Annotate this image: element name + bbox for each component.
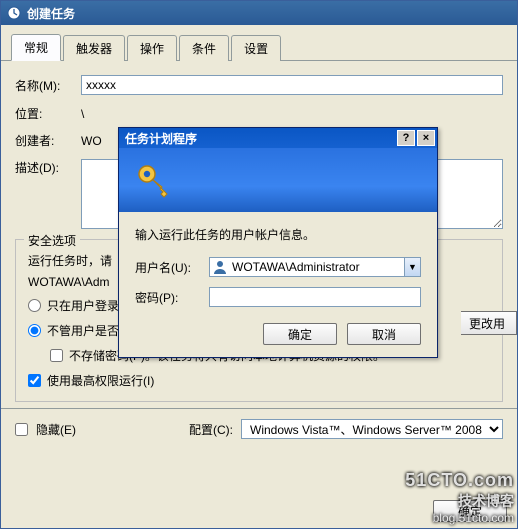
radio-only-logged-on[interactable] (28, 299, 41, 312)
name-input[interactable] (81, 75, 503, 95)
configure-select[interactable]: Windows Vista™、Windows Server™ 2008 (241, 419, 503, 439)
hidden-label: 隐藏(E) (36, 421, 76, 438)
tab-settings[interactable]: 设置 (231, 35, 281, 61)
keys-icon (133, 160, 173, 200)
main-ok-button[interactable]: 确定 (433, 500, 507, 522)
password-input[interactable] (209, 287, 421, 307)
bottom-bar: 隐藏(E) 配置(C): Windows Vista™、Windows Serv… (1, 408, 517, 449)
radio-whether-logged-on[interactable] (28, 324, 41, 337)
close-button[interactable]: × (417, 130, 435, 146)
credentials-dialog: 任务计划程序 ? × 输入运行此任务的用户帐户信息。 用户名(U): WOTAW… (118, 127, 438, 358)
dialog-ok-button[interactable]: 确定 (263, 323, 337, 345)
chevron-down-icon[interactable]: ▼ (404, 258, 420, 276)
tab-actions[interactable]: 操作 (127, 35, 177, 61)
dialog-title-bar[interactable]: 任务计划程序 ? × (119, 128, 437, 148)
password-label: 密码(P): (135, 289, 209, 306)
dialog-cancel-button[interactable]: 取消 (347, 323, 421, 345)
configure-label: 配置(C): (189, 421, 233, 438)
checkbox-hidden[interactable] (15, 423, 28, 436)
username-value: WOTAWA\Administrator (230, 260, 404, 274)
tab-strip: 常规 触发器 操作 条件 设置 (1, 25, 517, 61)
run-highest-label: 使用最高权限运行(I) (47, 372, 154, 389)
radio-only-logged-on-label: 只在用户登录 (47, 297, 119, 314)
username-label: 用户名(U): (135, 259, 209, 276)
tab-general[interactable]: 常规 (11, 34, 61, 61)
username-combo[interactable]: WOTAWA\Administrator ▼ (209, 257, 421, 277)
location-label: 位置: (15, 105, 81, 122)
checkbox-dont-store-password[interactable] (50, 349, 63, 362)
radio-whether-logged-on-label: 不管用户是否 (47, 322, 119, 339)
title-bar[interactable]: 创建任务 (1, 1, 517, 25)
dialog-prompt: 输入运行此任务的用户帐户信息。 (135, 226, 421, 243)
window-title: 创建任务 (27, 5, 75, 22)
security-legend: 安全选项 (24, 232, 80, 249)
dialog-banner (119, 148, 437, 212)
tab-triggers[interactable]: 触发器 (63, 35, 125, 61)
change-user-button[interactable]: 更改用 (461, 311, 517, 335)
user-icon (212, 259, 228, 275)
dialog-body: 输入运行此任务的用户帐户信息。 用户名(U): WOTAWA\Administr… (119, 212, 437, 357)
dialog-title: 任务计划程序 (125, 130, 197, 147)
desc-label: 描述(D): (15, 159, 81, 176)
location-value: \ (81, 107, 503, 121)
account-text: WOTAWA\Adm (28, 275, 110, 289)
checkbox-run-highest[interactable] (28, 374, 41, 387)
tab-conditions[interactable]: 条件 (179, 35, 229, 61)
app-icon (7, 6, 21, 20)
name-label: 名称(M): (15, 77, 81, 94)
run-as-text: 运行任务时，请 (28, 252, 112, 269)
help-button[interactable]: ? (397, 130, 415, 146)
author-label: 创建者: (15, 132, 81, 149)
